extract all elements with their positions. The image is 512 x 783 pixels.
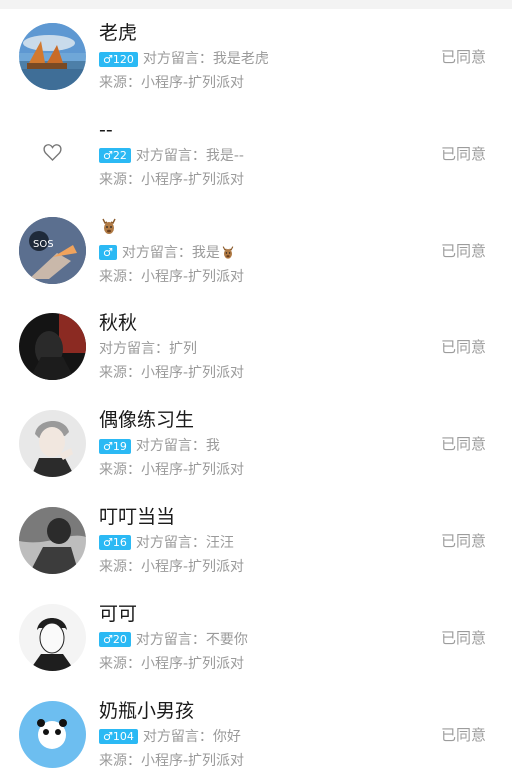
status-label: 已同意 [440,725,486,744]
avatar[interactable]: SOS [19,216,86,284]
avatar[interactable] [19,410,86,478]
source-text: 来源：小程序-扩列派对 [99,171,245,188]
avatar[interactable] [19,700,86,768]
user-name: 秋秋 [99,312,138,335]
message-text: 对方留言：我是 [121,244,220,261]
gender-age-badge: ♂19 [99,438,131,454]
message-text: 对方留言：我是老虎 [142,51,269,67]
list-item[interactable]: 秋秋 对方留言：扩列 来源：小程序-扩列派对 已同意 [0,299,512,397]
source-text: 来源：小程序-扩列派对 [99,365,245,382]
status-label: 已同意 [440,628,486,647]
list-item[interactable]: 偶像练习生 ♂19 对方留言：我 来源：小程序-扩列派对 已同意 [0,396,512,493]
status-label: 已同意 [440,144,486,163]
user-name: -- [99,118,113,141]
message-text: 对方留言：扩列 [99,341,197,358]
user-name: 可可 [99,602,138,625]
status-label: 已同意 [440,435,486,454]
user-name: 老虎 [99,22,138,44]
gender-age-badge: ♂20 [99,632,131,648]
avatar[interactable] [19,120,86,187]
message-text: 对方留言：汪汪 [135,534,234,551]
friend-request-list: 老虎 ♂120 对方留言：我是老虎 来源：小程序-扩列派对 已同意 -- ♂22… [0,9,512,783]
user-name: 叮叮当当 [99,505,176,528]
user-name [99,213,419,241]
status-label: 已同意 [440,241,486,260]
avatar[interactable] [19,23,86,90]
svg-text:SOS: SOS [33,239,54,250]
source-text: 来源：小程序-扩列派对 [99,655,245,672]
avatar[interactable] [19,506,86,574]
gender-age-badge: ♂ [99,245,117,261]
source-text: 来源：小程序-扩列派对 [99,462,245,479]
deer-emoji-icon [222,245,234,259]
list-item[interactable]: -- ♂22 对方留言：我是-- 来源：小程序-扩列派对 已同意 [0,105,512,203]
list-item[interactable]: 奶瓶小男孩 ♂104 对方留言：你好 来源：小程序-扩列派对 已同意 [0,686,512,783]
status-label: 已同意 [440,338,486,357]
status-label: 已同意 [440,48,486,66]
gender-age-badge: ♂120 [99,51,138,67]
gender-age-badge: ♂16 [99,535,131,551]
list-item[interactable]: 可可 ♂20 对方留言：不要你 来源：小程序-扩列派对 已同意 [0,589,512,687]
top-divider [0,0,512,9]
deer-emoji-icon [102,218,116,235]
gender-age-badge: ♂104 [99,729,138,745]
message-text: 对方留言：我是-- [135,147,244,164]
avatar[interactable] [19,603,86,671]
user-name: 奶瓶小男孩 [99,699,195,722]
avatar[interactable] [19,313,86,381]
user-name: 偶像练习生 [99,409,195,432]
source-text: 来源：小程序-扩列派对 [99,268,245,285]
source-text: 来源：小程序-扩列派对 [99,75,245,91]
list-item[interactable]: SOS ♂ 对方留言：我是 来源：小程序-扩列派对 已同意 [0,202,512,300]
heart-outline-icon [43,143,62,161]
source-text: 来源：小程序-扩列派对 [99,752,245,769]
list-item[interactable]: 叮叮当当 ♂16 对方留言：汪汪 来源：小程序-扩列派对 已同意 [0,492,512,590]
gender-age-badge: ♂22 [99,148,131,164]
message-text: 对方留言：不要你 [135,631,248,648]
list-item[interactable]: 老虎 ♂120 对方留言：我是老虎 来源：小程序-扩列派对 已同意 [0,9,512,106]
message-text: 对方留言：我 [135,438,220,455]
source-text: 来源：小程序-扩列派对 [99,558,245,575]
status-label: 已同意 [440,531,486,550]
